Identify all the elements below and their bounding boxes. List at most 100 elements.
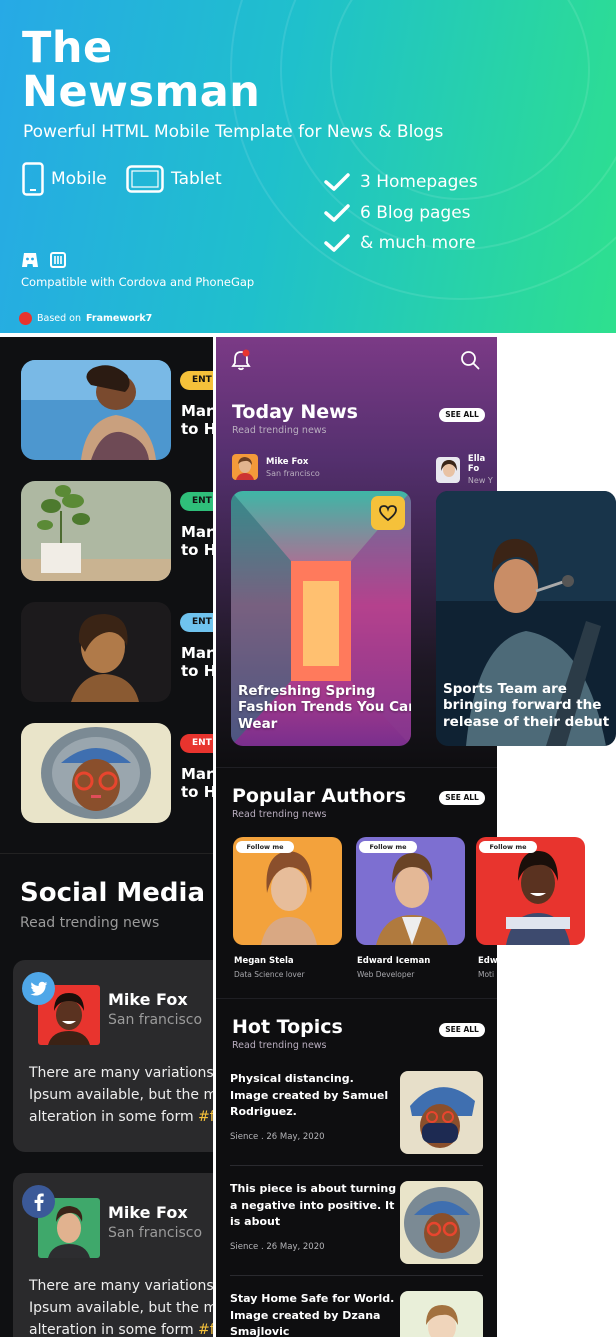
section-divider: [0, 853, 213, 854]
news-card-image: [21, 360, 171, 460]
see-all-button[interactable]: SEE ALL: [439, 791, 485, 805]
device-tablet: Tablet: [126, 165, 222, 193]
follow-button[interactable]: Follow me: [359, 841, 417, 853]
feature-item: 3 Homepages: [324, 167, 478, 198]
author-card[interactable]: Follow me: [476, 837, 585, 945]
topic-thumbnail: [400, 1181, 483, 1264]
facebook-icon: [22, 1185, 55, 1218]
social-post[interactable]: Mike Fox San francisco There are many va…: [13, 1173, 213, 1337]
story-caption-line: bringing forward the: [443, 697, 602, 713]
compat-icons: [21, 251, 67, 269]
topic-title-line: Rodriguez.: [230, 1105, 297, 1118]
topic-title-line: is about: [230, 1215, 281, 1228]
post-author-name: Mike Fox: [108, 990, 188, 1009]
hashtag-link[interactable]: #f: [198, 1322, 213, 1337]
see-all-button[interactable]: SEE ALL: [439, 408, 485, 422]
topic-title-line: a negative into positive. It: [230, 1198, 395, 1212]
topic-title-line: Image created by Dzana: [230, 1308, 381, 1322]
section-divider: [216, 998, 497, 999]
story-caption: Refreshing Spring Fashion Trends You Can…: [238, 683, 411, 733]
post-body-line: There are many variations: [29, 1065, 213, 1081]
news-card[interactable]: ENT Mar to H: [0, 481, 213, 581]
favorite-heart-icon[interactable]: [371, 496, 405, 530]
follow-button[interactable]: Follow me: [236, 841, 294, 853]
hashtag-link[interactable]: #f: [198, 1109, 213, 1125]
social-post[interactable]: Mike Fox San francisco There are many va…: [13, 960, 213, 1152]
topic-title-line: Stay Home Safe for World.: [230, 1292, 395, 1305]
phone-screen: Today News Read trending news SEE ALL Mi…: [216, 337, 497, 1337]
story-author-name: Ella Fo: [467, 454, 486, 474]
story-card[interactable]: Refreshing Spring Fashion Trends You Can…: [231, 491, 411, 746]
topic-title: Physical distancing. Image created by Sa…: [230, 1071, 388, 1121]
news-card[interactable]: ENT Mar to H: [0, 602, 213, 702]
check-icon: [324, 173, 350, 191]
social-media-title: Social Media T: [20, 878, 213, 908]
story-caption-line: Fashion Trends You Can: [238, 699, 411, 715]
topic-title-line: Image created by Samuel: [230, 1088, 389, 1102]
story-author[interactable]: Mike Fox San francisco: [232, 454, 320, 480]
feature-item: & much more: [324, 228, 478, 259]
author-role: Moti: [478, 970, 495, 979]
cordova-icon: [22, 253, 38, 267]
post-author-name: Mike Fox: [108, 1203, 188, 1222]
search-icon[interactable]: [460, 350, 480, 374]
framework-name: Framework7: [86, 313, 153, 324]
news-card[interactable]: ENT Mar to H: [0, 360, 213, 460]
tablet-icon: [126, 165, 164, 193]
popular-authors-subtitle: Read trending news: [232, 809, 327, 820]
story-caption-line: Refreshing Spring: [238, 682, 376, 699]
topic-title-line: Smajlovic: [230, 1325, 290, 1337]
category-tag: ENT: [180, 734, 213, 753]
story-author-name: Mike Fox: [266, 456, 309, 467]
story-author[interactable]: Ella Fo New Y: [436, 454, 497, 485]
news-card-title-line2: to H: [181, 541, 213, 559]
post-body-line: Ipsum available, but the m: [29, 1087, 213, 1103]
section-divider: [216, 767, 497, 768]
notification-bell-icon[interactable]: [231, 349, 251, 375]
category-tag: ENT: [180, 613, 213, 632]
post-body-line: Ipsum available, but the m: [29, 1300, 213, 1316]
mobile-icon: [22, 162, 44, 196]
device-tablet-label: Tablet: [171, 169, 222, 189]
category-tag: ENT: [180, 371, 213, 390]
left-dark-panel: ENT Mar to H ENT Mar to H ENT Mar to H E…: [0, 337, 213, 1337]
story-caption: Sports Team are bringing forward the rel…: [443, 681, 609, 731]
follow-button[interactable]: Follow me: [479, 841, 537, 853]
popular-authors-title: Popular Authors: [232, 785, 406, 807]
feature-label: & much more: [360, 233, 476, 254]
post-body-line: alteration in some form #f: [29, 1106, 213, 1128]
news-card[interactable]: ENT Mar to H: [0, 723, 213, 823]
list-divider: [230, 1275, 483, 1276]
device-mobile-label: Mobile: [51, 169, 107, 189]
news-card-title-line2: to H: [181, 662, 213, 680]
topic-thumbnail: [400, 1291, 483, 1337]
list-divider: [230, 1165, 483, 1166]
topic-title-line: Physical distancing.: [230, 1072, 354, 1085]
author-card[interactable]: Follow me: [356, 837, 465, 945]
author-card[interactable]: Follow me: [233, 837, 342, 945]
story-caption-line: Wear: [238, 715, 278, 732]
framework7-logo-icon: [19, 312, 32, 325]
hot-topics-title: Hot Topics: [232, 1016, 343, 1038]
post-body-line: alteration in some form #f: [29, 1319, 213, 1337]
feature-list: 3 Homepages 6 Blog pages & much more: [324, 167, 478, 259]
author-name: Edward Iceman: [357, 956, 431, 966]
post-body-text: alteration in some form: [29, 1109, 199, 1125]
see-all-button[interactable]: SEE ALL: [439, 1023, 485, 1037]
topic-date: Sience . 26 May, 2020: [230, 1132, 325, 1142]
banner-title: The Newsman: [22, 26, 260, 114]
story-card[interactable]: Sports Team are bringing forward the rel…: [436, 491, 616, 746]
banner-title-line1: The: [22, 23, 113, 73]
feature-item: 6 Blog pages: [324, 198, 478, 229]
based-on: Based on Framework7: [19, 312, 152, 325]
device-mobile: Mobile: [22, 162, 107, 196]
today-news-subtitle: Read trending news: [232, 425, 327, 436]
news-card-title-line2: to H: [181, 420, 213, 438]
hot-topics-subtitle: Read trending news: [232, 1040, 327, 1051]
compatible-text: Compatible with Cordova and PhoneGap: [21, 275, 255, 289]
topic-thumbnail: [400, 1071, 483, 1154]
author-name: Megan Stela: [234, 956, 294, 966]
news-card-title-line1: Mar: [181, 523, 213, 541]
story-author-location: New Y: [467, 476, 493, 485]
check-icon: [324, 204, 350, 222]
